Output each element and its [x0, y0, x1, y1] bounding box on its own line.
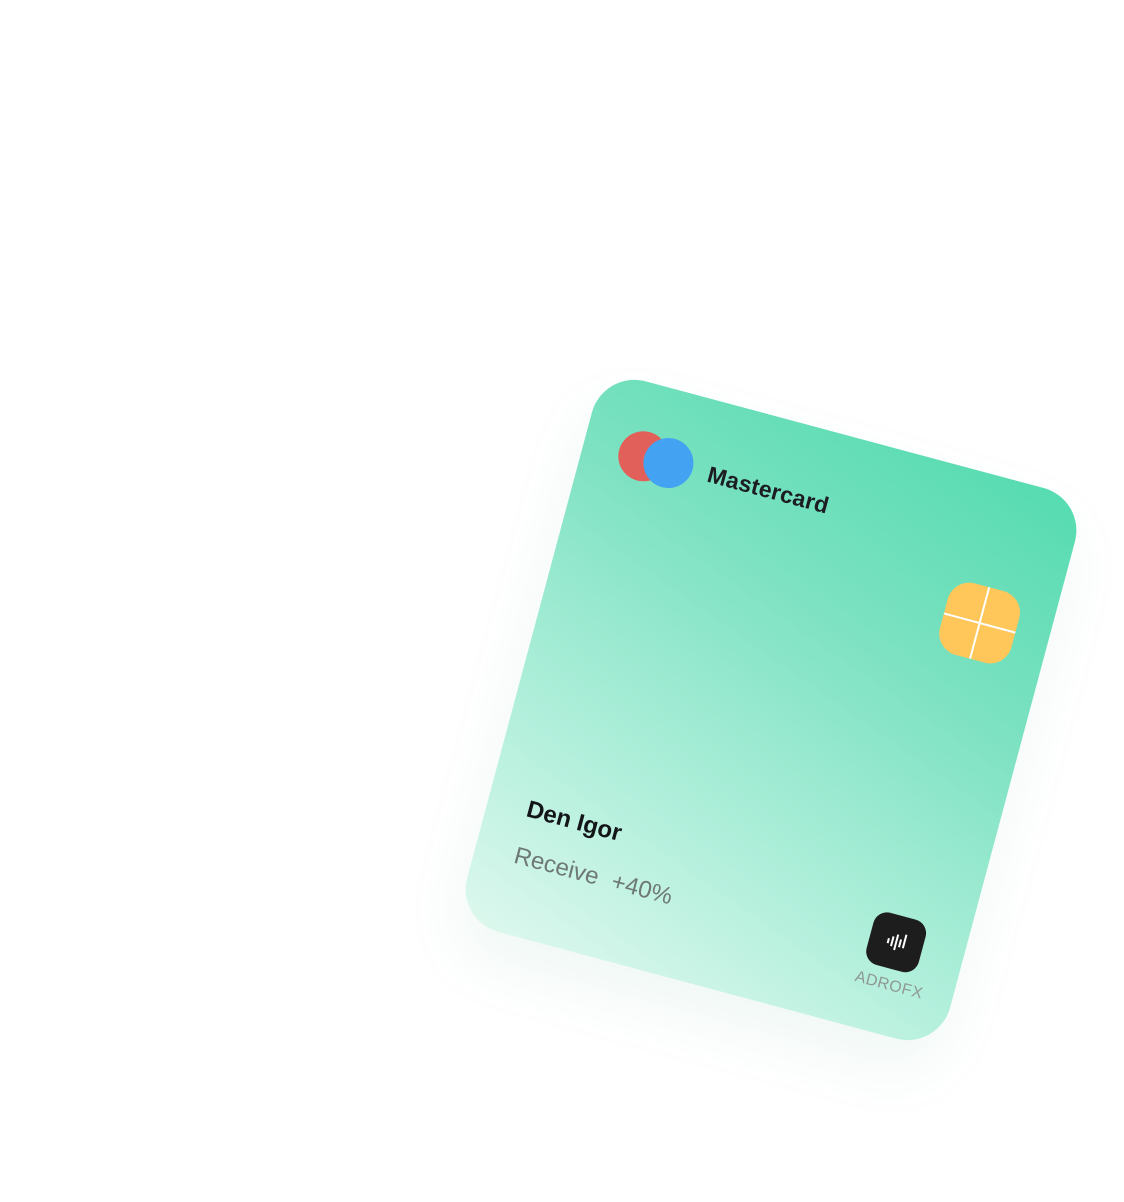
card-chip-icon	[934, 577, 1025, 669]
card-brand-label: Mastercard	[704, 461, 832, 519]
adrofx-bars-icon	[886, 934, 908, 951]
stage: Mastercard Den Igor Receive +40% ADROFX	[0, 0, 1124, 1202]
receive-label: Receive	[511, 842, 602, 891]
issuer-label: ADROFX	[853, 968, 925, 1003]
payment-card[interactable]: Mastercard Den Igor Receive +40% ADROFX	[455, 370, 1087, 1050]
mastercard-logo-icon	[612, 425, 703, 497]
receive-value: +40%	[608, 868, 676, 911]
adrofx-logo-icon	[863, 909, 930, 976]
receive-row: Receive +40%	[511, 842, 675, 911]
card-owner-name: Den Igor	[523, 795, 625, 847]
